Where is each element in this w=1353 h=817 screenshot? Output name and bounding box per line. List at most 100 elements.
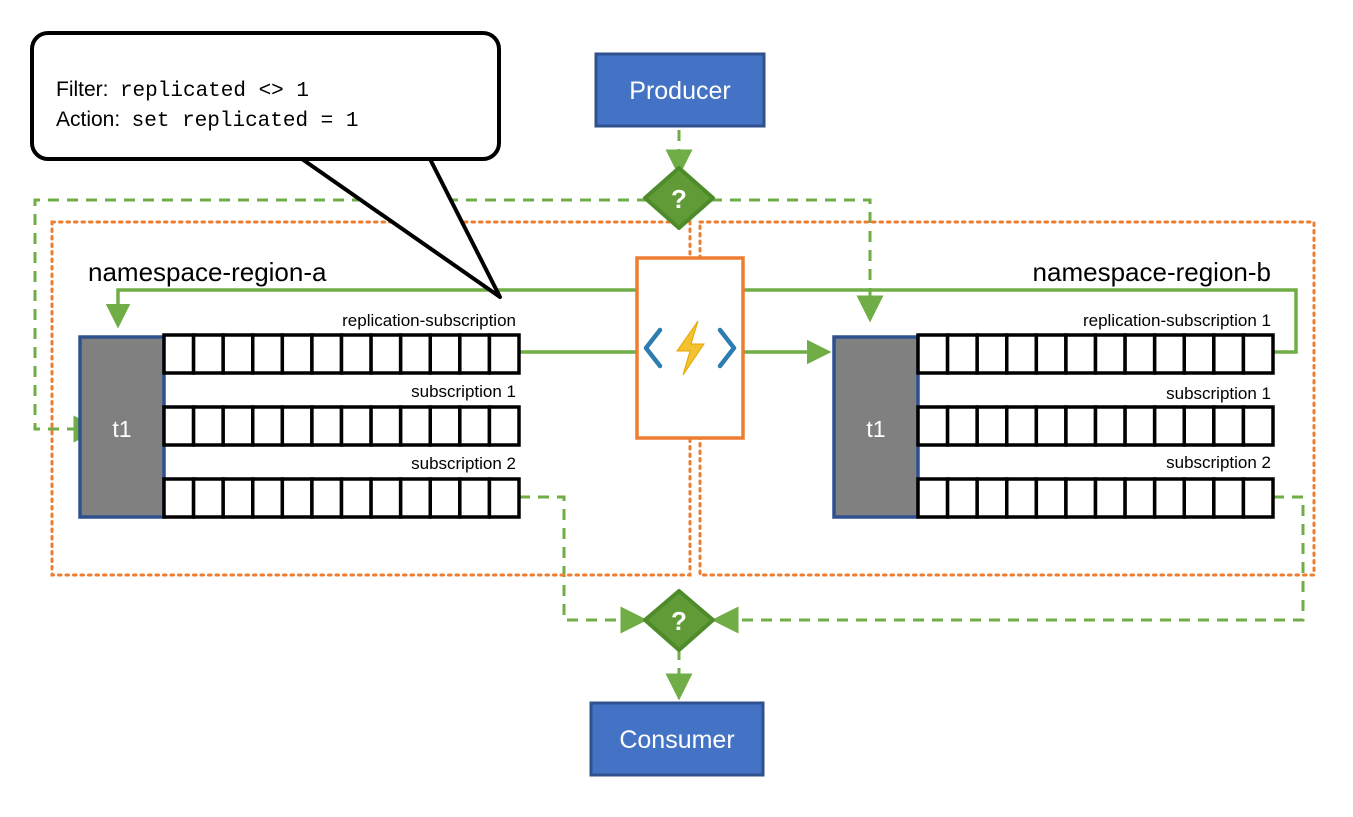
edge-region-a-sub2-to-router bbox=[519, 495, 648, 634]
message-cell bbox=[369, 477, 403, 519]
region-a-row-2-cells bbox=[162, 477, 521, 519]
callout-filter-key: Filter: bbox=[56, 78, 109, 101]
region-a-row-0-label: replication-subscription bbox=[342, 311, 516, 330]
router-bottom[interactable]: ? bbox=[643, 589, 715, 652]
message-cell bbox=[339, 405, 373, 447]
message-cell bbox=[1241, 477, 1275, 519]
message-cell bbox=[310, 405, 344, 447]
message-cell bbox=[1064, 477, 1098, 519]
region-a-topic-label: t1 bbox=[112, 416, 131, 442]
message-cell bbox=[1093, 405, 1127, 447]
region-a-row-0-cells bbox=[162, 333, 521, 375]
callout-action-key: Action: bbox=[56, 108, 120, 131]
region-b-queue-rows bbox=[916, 333, 1275, 519]
message-cell bbox=[1034, 333, 1068, 375]
region-a-row-1-cells bbox=[162, 405, 521, 447]
message-cell bbox=[310, 477, 344, 519]
message-cell bbox=[1152, 405, 1187, 447]
message-cell bbox=[191, 333, 225, 375]
message-cell bbox=[1064, 333, 1098, 375]
message-cell bbox=[162, 477, 196, 519]
message-cell bbox=[1005, 333, 1039, 375]
message-cell bbox=[398, 477, 433, 519]
region-a-queue-rows bbox=[162, 333, 521, 519]
message-cell bbox=[487, 333, 521, 375]
callout-action-row: Action: set replicated = 1 bbox=[56, 108, 359, 133]
region-b-row-1-label: subscription 1 bbox=[1166, 384, 1271, 403]
consumer-label: Consumer bbox=[619, 726, 734, 754]
consumer-node[interactable]: Consumer bbox=[589, 701, 765, 777]
message-cell bbox=[369, 333, 403, 375]
message-cell bbox=[191, 405, 225, 447]
message-cell bbox=[1034, 405, 1068, 447]
message-cell bbox=[1123, 405, 1157, 447]
message-cell bbox=[975, 405, 1009, 447]
function-app-box[interactable] bbox=[635, 256, 745, 440]
region-a-row-2-label: subscription 2 bbox=[411, 454, 516, 473]
region-b-topic-label: t1 bbox=[866, 416, 885, 442]
region-b-row-2-cells bbox=[916, 477, 1275, 519]
message-cell bbox=[251, 333, 285, 375]
namespace-region-b: namespace-region-b t1 replication-subscr… bbox=[832, 257, 1275, 519]
message-cell bbox=[1182, 405, 1216, 447]
message-cell bbox=[916, 477, 950, 519]
region-b-row-0-label: replication-subscription 1 bbox=[1083, 311, 1271, 330]
message-cell bbox=[251, 477, 285, 519]
message-cell bbox=[1212, 405, 1246, 447]
message-cell bbox=[280, 333, 314, 375]
message-cell bbox=[428, 405, 462, 447]
message-cell bbox=[945, 333, 979, 375]
message-cell bbox=[191, 477, 225, 519]
message-cell bbox=[221, 477, 255, 519]
namespace-a-title: namespace-region-a bbox=[88, 257, 327, 287]
message-cell bbox=[1005, 405, 1039, 447]
message-cell bbox=[458, 405, 492, 447]
message-cell bbox=[1241, 333, 1275, 375]
replication-topology-svg: namespace-region-a t1 replication-subscr… bbox=[30, 31, 1316, 777]
message-cell bbox=[428, 333, 462, 375]
message-cell bbox=[916, 405, 950, 447]
message-cell bbox=[975, 333, 1009, 375]
router-top-label: ? bbox=[671, 184, 687, 214]
message-cell bbox=[339, 333, 373, 375]
message-cell bbox=[1212, 477, 1246, 519]
message-cell bbox=[398, 333, 433, 375]
message-cell bbox=[1182, 477, 1216, 519]
message-cell bbox=[221, 333, 255, 375]
region-b-row-1-cells bbox=[916, 405, 1275, 447]
message-cell bbox=[1064, 405, 1098, 447]
diagram-canvas: namespace-region-a t1 replication-subscr… bbox=[0, 0, 1353, 817]
message-cell bbox=[458, 333, 492, 375]
message-cell bbox=[1182, 333, 1216, 375]
router-top[interactable]: ? bbox=[643, 166, 715, 230]
router-bottom-label: ? bbox=[671, 606, 687, 636]
message-cell bbox=[369, 405, 403, 447]
namespace-region-a: namespace-region-a t1 replication-subscr… bbox=[78, 257, 521, 519]
message-cell bbox=[975, 477, 1009, 519]
message-cell bbox=[398, 405, 433, 447]
message-cell bbox=[251, 405, 285, 447]
message-cell bbox=[487, 405, 521, 447]
message-cell bbox=[310, 333, 344, 375]
callout-action-value: set replicated = 1 bbox=[132, 110, 359, 133]
namespace-b-title: namespace-region-b bbox=[1033, 257, 1271, 287]
callout-filter-row: Filter: replicated <> 1 bbox=[56, 78, 309, 103]
message-cell bbox=[339, 477, 373, 519]
message-cell bbox=[1152, 477, 1187, 519]
callout-filter-value: replicated <> 1 bbox=[120, 80, 309, 103]
message-cell bbox=[1241, 405, 1275, 447]
message-cell bbox=[1123, 477, 1157, 519]
message-cell bbox=[458, 477, 492, 519]
message-cell bbox=[487, 477, 521, 519]
message-cell bbox=[162, 405, 196, 447]
message-cell bbox=[1212, 333, 1246, 375]
producer-node[interactable]: Producer bbox=[594, 52, 766, 128]
message-cell bbox=[221, 405, 255, 447]
message-cell bbox=[1093, 477, 1127, 519]
message-cell bbox=[945, 477, 979, 519]
region-b-row-0-cells bbox=[916, 333, 1275, 375]
message-cell bbox=[280, 405, 314, 447]
message-cell bbox=[162, 333, 196, 375]
message-cell bbox=[1005, 477, 1039, 519]
message-cell bbox=[916, 333, 950, 375]
